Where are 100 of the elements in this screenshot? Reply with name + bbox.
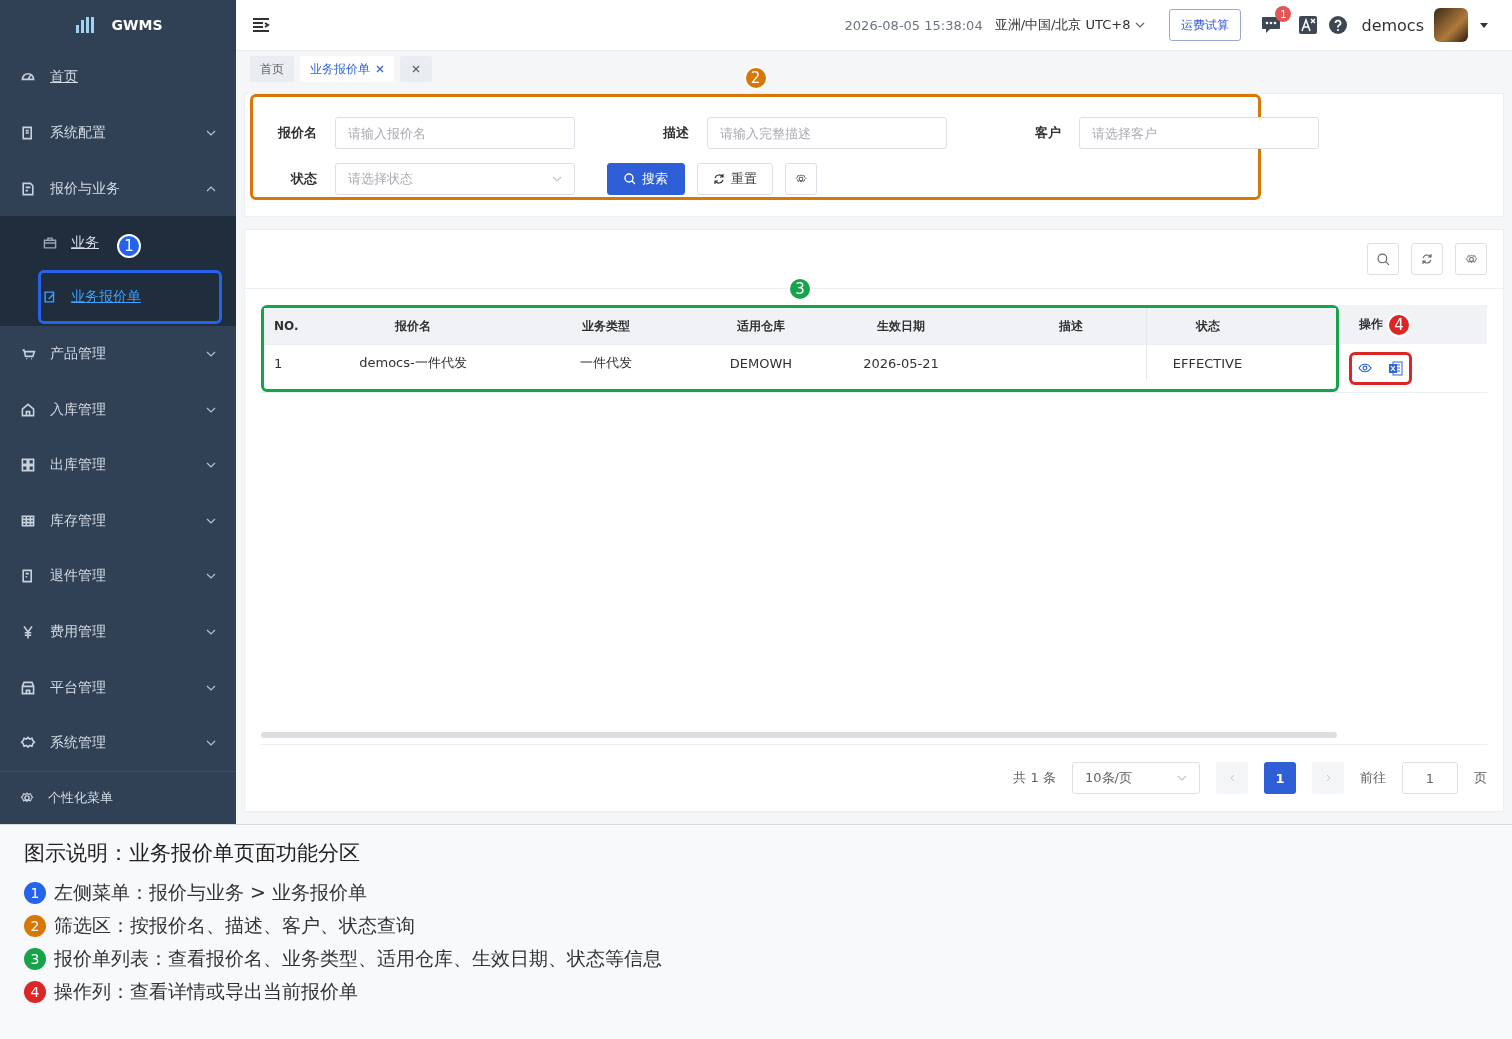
legend-number: 2 [24, 915, 46, 937]
chevron-icon [206, 684, 216, 691]
excel-export-icon[interactable] [1388, 360, 1403, 376]
column-header: 操作 [1359, 316, 1383, 333]
legend-text: 报价单列表：查看报价名、业务类型、适用仓库、生效日期、状态等信息 [54, 946, 662, 971]
page-tab[interactable]: 业务报价单 [300, 56, 394, 82]
legend-text: 左侧菜单：报价与业务 > 业务报价单 [54, 880, 367, 905]
settings-icon [795, 173, 807, 185]
submenu-icon [43, 290, 57, 305]
chevron-icon [206, 130, 216, 136]
page-size-select[interactable]: 10条/页 [1072, 762, 1200, 794]
username-text[interactable]: democs [1361, 15, 1424, 35]
column-header: 适用仓库 [736, 317, 786, 335]
refresh-button[interactable] [1411, 243, 1443, 275]
chevron-right-icon [1325, 774, 1331, 782]
menu-item[interactable]: 出库管理 [0, 437, 236, 494]
settings-button[interactable] [785, 163, 817, 195]
field-label: 报价名 [276, 124, 317, 142]
chevron-icon [206, 629, 216, 636]
chevron-left-icon [1229, 774, 1235, 782]
chevron-icon [1135, 22, 1146, 28]
datetime-text: 2026-08-05 15:38:04 [844, 17, 983, 33]
page-tab[interactable]: 首页 [250, 56, 294, 82]
chevron-icon [206, 351, 216, 358]
reset-button[interactable]: 重置 [697, 163, 773, 195]
chevron-icon [206, 462, 216, 469]
legend-text: 筛选区：按报价名、描述、客户、状态查询 [54, 913, 415, 938]
menu-item[interactable]: 首页 [0, 49, 236, 106]
view-icon[interactable] [1358, 363, 1372, 373]
timezone-select[interactable]: 亚洲/中国/北京 UTC+8 [994, 16, 1146, 34]
goto-label: 前往 [1360, 769, 1386, 787]
table-cell-text: 1 [273, 355, 284, 371]
menu-icon[interactable] [252, 18, 270, 32]
menu-item[interactable]: 平台管理 [0, 659, 236, 716]
table-cell-text: 一件代发 [579, 354, 633, 372]
menu-icon [20, 346, 36, 363]
menu-item[interactable]: 退件管理 [0, 548, 236, 605]
search-button[interactable] [1367, 243, 1399, 275]
annotation-number: 2 [743, 66, 768, 90]
menu-icon [20, 401, 36, 418]
translate-icon[interactable] [1299, 16, 1318, 34]
column-header: 报价名 [394, 317, 432, 335]
menu-icon [20, 457, 36, 474]
legend-number: 4 [24, 981, 46, 1003]
submenu-item[interactable]: 业务报价单 [38, 270, 222, 325]
menu-item[interactable]: 系统配置 [0, 105, 236, 161]
table-cell-text: DEMOWH [728, 355, 794, 371]
menu-item[interactable]: 系统管理 [0, 715, 236, 771]
settings-button[interactable] [1455, 243, 1487, 275]
column-header: NO. [273, 319, 300, 333]
legend-number: 3 [24, 948, 46, 970]
search-button[interactable]: 搜索 [607, 163, 685, 195]
input-field[interactable]: 请输入报价名 [335, 117, 575, 149]
menu-item[interactable]: 费用管理 [0, 604, 236, 660]
menu-item[interactable]: 产品管理 [0, 326, 236, 382]
settings-icon [20, 791, 34, 805]
menu-item[interactable]: 库存管理 [0, 493, 236, 549]
caret-icon[interactable] [1480, 22, 1488, 28]
column-header: 状态 [1146, 308, 1336, 344]
avatar-placeholder[interactable] [1434, 8, 1468, 42]
settings-icon [1464, 252, 1478, 266]
input-field[interactable]: 请选择客户 [1079, 117, 1319, 149]
field-label: 描述 [662, 124, 689, 142]
menu-item[interactable]: 报价与业务 [0, 160, 236, 217]
column-header: 生效日期 [876, 317, 926, 335]
freight-calc-button[interactable]: 运费试算 [1169, 9, 1242, 41]
column-header: 描述 [1058, 317, 1084, 335]
table-cell: EFFECTIVE [1146, 345, 1336, 381]
chevron-icon [1177, 775, 1187, 781]
chat-icon[interactable] [1261, 16, 1282, 34]
page-input-field[interactable]: 1 [1402, 762, 1458, 794]
submenu-item[interactable]: 业务 [38, 216, 102, 271]
chevron-icon [552, 176, 562, 182]
search-icon [624, 173, 636, 185]
table-cell-text: democs-一件代发 [358, 354, 468, 372]
refresh-icon [713, 173, 725, 185]
total-count-text: 共 1 条 [1013, 769, 1056, 787]
menu-icon [20, 679, 36, 696]
help-icon[interactable] [1329, 16, 1348, 34]
field-label: 状态 [289, 170, 317, 188]
chevron-icon [206, 185, 216, 192]
close-icon [412, 65, 420, 73]
chevron-icon [206, 406, 216, 413]
page-suffix-text: 页 [1474, 769, 1487, 787]
customize-menu-item[interactable]: 个性化菜单 [0, 772, 236, 824]
menu-item[interactable]: 入库管理 [0, 381, 236, 438]
app-logo-text: GWMS [111, 16, 163, 33]
input-field[interactable]: 请输入完整描述 [707, 117, 947, 149]
field-label: 客户 [1034, 124, 1061, 142]
chevron-icon [206, 740, 216, 747]
legend-text: 操作列：查看详情或导出当前报价单 [54, 979, 358, 1004]
annotation-number: 4 [1387, 312, 1411, 337]
chevron-icon [206, 573, 216, 580]
page-number-button[interactable]: 1 [1264, 762, 1296, 794]
menu-icon [20, 180, 36, 197]
table-cell-text: 2026-05-21 [862, 355, 940, 371]
refresh-icon [1421, 253, 1433, 265]
legend-number: 1 [24, 882, 46, 904]
close-icon[interactable] [376, 65, 384, 73]
scrollbar[interactable] [261, 732, 1337, 738]
